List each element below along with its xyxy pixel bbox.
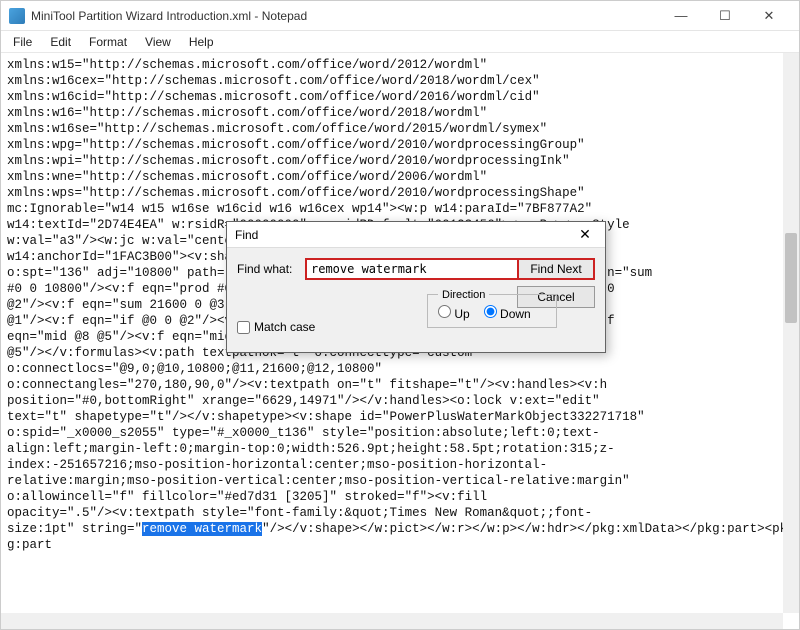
find-what-label: Find what: bbox=[237, 262, 297, 276]
find-next-button[interactable]: Find Next bbox=[517, 258, 595, 280]
menu-file[interactable]: File bbox=[5, 33, 40, 51]
horizontal-scrollbar[interactable] bbox=[1, 613, 783, 629]
find-dialog-titlebar[interactable]: Find ✕ bbox=[227, 222, 605, 248]
direction-up-radio[interactable] bbox=[438, 305, 451, 318]
menu-bar: File Edit Format View Help bbox=[1, 31, 799, 53]
match-case-checkbox[interactable] bbox=[237, 321, 250, 334]
find-dialog: Find ✕ Find what: Find Next Cancel Direc… bbox=[226, 221, 606, 353]
window-title: MiniTool Partition Wizard Introduction.x… bbox=[31, 9, 659, 23]
minimize-button[interactable]: — bbox=[659, 2, 703, 30]
menu-help[interactable]: Help bbox=[181, 33, 222, 51]
menu-format[interactable]: Format bbox=[81, 33, 135, 51]
maximize-button[interactable]: ☐ bbox=[703, 2, 747, 30]
direction-down-option[interactable]: Down bbox=[484, 305, 531, 321]
menu-view[interactable]: View bbox=[137, 33, 179, 51]
direction-up-option[interactable]: Up bbox=[438, 305, 470, 321]
window-titlebar: MiniTool Partition Wizard Introduction.x… bbox=[1, 1, 799, 31]
vertical-scrollbar[interactable] bbox=[783, 53, 799, 613]
direction-label: Direction bbox=[438, 289, 489, 301]
close-button[interactable]: ✕ bbox=[747, 2, 791, 30]
menu-edit[interactable]: Edit bbox=[42, 33, 79, 51]
match-case-label: Match case bbox=[254, 320, 315, 334]
match-case-option[interactable]: Match case bbox=[237, 320, 315, 334]
scrollbar-thumb[interactable] bbox=[785, 233, 797, 323]
direction-group: Direction Up Down bbox=[427, 294, 557, 328]
find-dialog-title: Find bbox=[235, 228, 571, 242]
search-highlight: remove watermark bbox=[142, 522, 262, 536]
find-close-button[interactable]: ✕ bbox=[571, 226, 599, 243]
direction-down-radio[interactable] bbox=[484, 305, 497, 318]
notepad-icon bbox=[9, 8, 25, 24]
